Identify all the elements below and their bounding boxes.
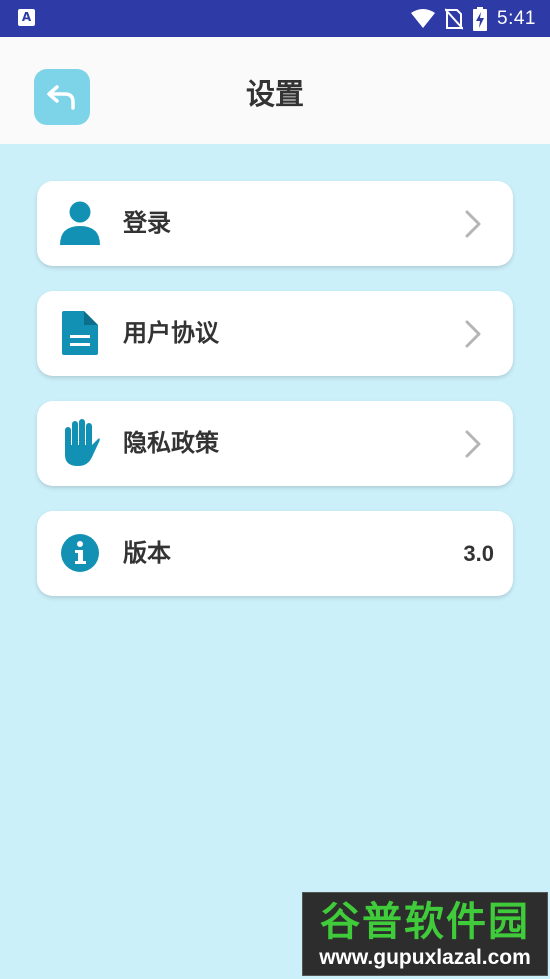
info-icon	[59, 532, 101, 574]
page-title: 设置	[245, 77, 304, 111]
hand-icon	[59, 419, 101, 466]
document-icon	[59, 311, 101, 355]
version-value: 3.0	[463, 541, 494, 566]
menu-item-user-agreement[interactable]: 用户协议	[37, 291, 513, 376]
chevron-right-icon	[465, 430, 481, 458]
menu-item-label: 用户协议	[123, 319, 219, 347]
app-notification-icon: A	[18, 9, 35, 26]
status-bar: A 5:41	[0, 0, 550, 37]
no-sim-icon	[445, 7, 464, 30]
menu-item-login[interactable]: 登录	[37, 181, 513, 266]
wifi-icon	[411, 8, 436, 28]
chevron-right-icon	[465, 210, 481, 238]
status-icons: 5:41	[411, 0, 536, 37]
menu-item-label: 登录	[123, 209, 171, 237]
watermark-url: www.gupuxlazal.com	[319, 946, 531, 969]
chevron-right-icon	[465, 320, 481, 348]
user-icon	[59, 201, 101, 245]
watermark-logo: 谷普软件园 www.gupuxlazal.com	[302, 892, 548, 976]
status-time: 5:41	[497, 7, 536, 29]
menu-item-version[interactable]: 版本 3.0	[37, 511, 513, 596]
menu-item-privacy-policy[interactable]: 隐私政策	[37, 401, 513, 486]
app-header: 设置	[0, 37, 550, 144]
battery-charging-icon	[473, 6, 488, 31]
watermark-title: 谷普软件园	[320, 899, 530, 945]
menu-item-label: 隐私政策	[123, 429, 219, 457]
settings-menu: 登录 用户协议 隐私政策 版本 3.0	[37, 181, 513, 621]
menu-item-label: 版本	[123, 539, 171, 567]
